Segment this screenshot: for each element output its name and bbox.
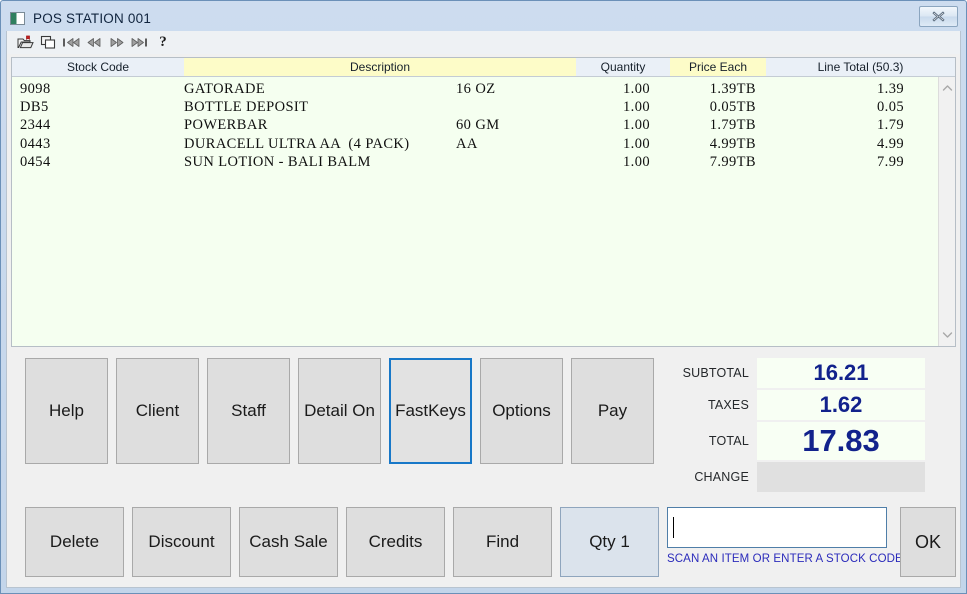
total-label-subtotal: SUBTOTAL	[682, 366, 749, 380]
cell-quantity: 1.00	[623, 135, 650, 152]
total-value-total: 17.83	[757, 422, 925, 460]
last-record-icon[interactable]	[129, 33, 151, 53]
total-label-change: CHANGE	[694, 470, 749, 484]
cell-quantity: 1.00	[623, 99, 650, 116]
next-record-icon[interactable]	[106, 33, 128, 53]
column-header-description: Description	[184, 58, 576, 76]
total-value-change	[757, 462, 925, 492]
cell-quantity: 1.00	[623, 153, 650, 170]
grid-scrollbar[interactable]	[938, 77, 955, 346]
cell-stock-code: 0443	[20, 135, 51, 152]
open-folder-icon[interactable]	[14, 33, 36, 53]
scan-input[interactable]	[667, 507, 887, 548]
pos-window: POS STATION 001 ? Stock Code Description…	[0, 0, 967, 594]
cell-stock-code: 9098	[20, 81, 51, 97]
cell-stock-code: 2344	[20, 117, 51, 134]
pos-app-icon	[10, 11, 25, 25]
cell-size: AA	[456, 135, 478, 152]
chevron-up-icon[interactable]	[939, 81, 956, 95]
table-row[interactable]: DB5 BOTTLE DEPOSIT 1.00 0.05TB 0.05	[12, 98, 938, 116]
totals-panel: SUBTOTAL 16.21 TAXES 1.62 TOTAL 17.83 CHANGE	[676, 358, 925, 494]
total-row: TAXES 1.62	[676, 390, 925, 420]
cell-stock-code: 0454	[20, 153, 51, 170]
total-label-total: TOTAL	[708, 434, 749, 448]
cell-size: 60 GM	[456, 117, 500, 134]
function-button-row: Help Client Staff Detail On FastKeys Options P…	[11, 358, 654, 494]
help-glyph: ?	[159, 34, 167, 50]
cash-sale-button[interactable]: Cash Sale	[239, 507, 338, 577]
find-button[interactable]: Find	[453, 507, 552, 577]
grid-rows: 9098 GATORADE 16 OZ 1.00 1.39TB 1.39 DB5 BOTTLE…	[12, 77, 938, 346]
line-items-grid: Stock Code Description Quantity Price Ea…	[11, 57, 956, 347]
grid-header-row: Stock Code Description Quantity Price Ea…	[12, 58, 955, 77]
total-row: CHANGE	[676, 462, 925, 492]
cell-line-total: 0.05	[877, 99, 904, 116]
window-title: POS STATION 001	[33, 10, 152, 26]
cell-size	[456, 153, 576, 171]
cell-quantity: 1.00	[623, 117, 650, 134]
previous-record-icon[interactable]	[83, 33, 105, 53]
cell-description: POWERBAR	[184, 117, 268, 134]
discount-button[interactable]: Discount	[132, 507, 231, 577]
table-row[interactable]: 0454 SUN LOTION - BALI BALM 1.00 7.99TB 7.99	[12, 153, 938, 171]
cell-size	[456, 98, 576, 116]
cell-stock-code: DB5	[20, 99, 49, 116]
total-value-subtotal: 16.21	[757, 358, 925, 388]
table-row[interactable]: 2344 POWERBAR 60 GM 1.00 1.79TB 1.79	[12, 116, 938, 134]
ok-button[interactable]: OK	[900, 507, 956, 577]
total-row: SUBTOTAL 16.21	[676, 358, 925, 388]
scan-area: SCAN AN ITEM OR ENTER A STOCK CODE	[667, 507, 903, 565]
detail-on-button[interactable]: Detail On	[298, 358, 381, 464]
bottom-section: Delete Discount Cash Sale Credits Find Qty 1 …	[7, 507, 960, 577]
total-value-taxes: 1.62	[757, 390, 925, 420]
cell-description: DURACELL ULTRA AA (4 PACK)	[184, 135, 410, 152]
column-header-quantity: Quantity	[600, 60, 646, 74]
cell-price-each: 1.79TB	[709, 117, 756, 134]
title-bar: POS STATION 001	[6, 5, 961, 31]
column-header-stock-code: Stock Code	[66, 60, 130, 74]
cell-price-each: 7.99TB	[709, 153, 756, 170]
cell-line-total: 4.99	[877, 135, 904, 152]
duplicate-icon[interactable]	[37, 33, 59, 53]
cell-quantity: 1.00	[623, 81, 650, 97]
middle-section: Help Client Staff Detail On FastKeys Options P…	[7, 358, 960, 494]
options-button[interactable]: Options	[480, 358, 563, 464]
cell-description: SUN LOTION - BALI BALM	[184, 153, 371, 170]
cell-description: BOTTLE DEPOSIT	[184, 99, 309, 116]
cell-price-each: 4.99TB	[709, 135, 756, 152]
window-client-area: ? Stock Code Description Quantity Price …	[6, 31, 961, 588]
cell-line-total: 1.39	[877, 81, 904, 97]
cell-price-each: 1.39TB	[709, 81, 756, 97]
cell-line-total: 1.79	[877, 117, 904, 134]
help-icon[interactable]: ?	[152, 33, 174, 53]
cell-size: 16 OZ	[456, 81, 496, 97]
cell-line-total: 7.99	[877, 153, 904, 170]
staff-button[interactable]: Staff	[207, 358, 290, 464]
cell-price-each: 0.05TB	[709, 99, 756, 116]
qty-button[interactable]: Qty 1	[560, 507, 659, 577]
pay-button[interactable]: Pay	[571, 358, 654, 464]
column-header-price-each: Price Each	[670, 58, 766, 76]
total-label-taxes: TAXES	[707, 398, 749, 412]
action-button-row: Delete Discount Cash Sale Credits Find Qty 1	[11, 507, 659, 577]
table-row[interactable]: 0443 DURACELL ULTRA AA (4 PACK) AA 1.00 4.99…	[12, 135, 938, 153]
table-row[interactable]: 9098 GATORADE 16 OZ 1.00 1.39TB 1.39	[12, 80, 938, 98]
column-header-line-total: Line Total (50.3)	[817, 60, 904, 74]
total-row: TOTAL 17.83	[676, 422, 925, 460]
grid-body: 9098 GATORADE 16 OZ 1.00 1.39TB 1.39 DB5 BOTTLE…	[12, 77, 955, 346]
client-button[interactable]: Client	[116, 358, 199, 464]
first-record-icon[interactable]	[60, 33, 82, 53]
help-button[interactable]: Help	[25, 358, 108, 464]
toolbar: ?	[7, 31, 960, 54]
close-button[interactable]	[919, 6, 958, 27]
delete-button[interactable]: Delete	[25, 507, 124, 577]
text-caret	[673, 517, 674, 538]
cell-description: GATORADE	[184, 81, 266, 97]
credits-button[interactable]: Credits	[346, 507, 445, 577]
fastkeys-button[interactable]: FastKeys	[389, 358, 472, 464]
scan-hint-label: SCAN AN ITEM OR ENTER A STOCK CODE	[667, 553, 903, 565]
chevron-down-icon[interactable]	[939, 328, 956, 342]
